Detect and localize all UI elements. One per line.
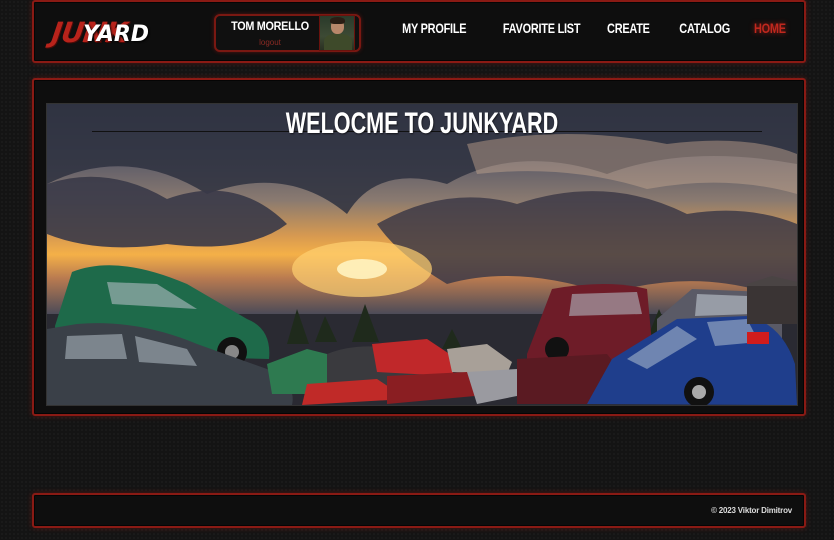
logo-yard-text: YARD	[83, 22, 150, 47]
header: JUNK YARD TOM MORELLO logout MY PROFILE …	[32, 0, 806, 63]
logout-link[interactable]: logout	[224, 38, 316, 47]
avatar[interactable]	[319, 15, 355, 51]
main-content: WELOCME TO JUNKYARD	[32, 78, 806, 416]
copyright-text: © 2023 Viktor Dimitrov	[711, 506, 792, 515]
nav-create[interactable]: CREATE	[607, 20, 650, 36]
junkyard-logo[interactable]: JUNK YARD	[50, 12, 182, 52]
footer: © 2023 Viktor Dimitrov	[32, 493, 806, 528]
user-box: TOM MORELLO logout	[214, 14, 361, 52]
hero-banner: WELOCME TO JUNKYARD	[46, 103, 798, 406]
main-nav: MY PROFILE FAVORITE LIST CREATE CATALOG …	[384, 20, 786, 36]
nav-home[interactable]: HOME	[754, 20, 786, 36]
user-name: TOM MORELLO	[231, 19, 309, 33]
hero-title: WELOCME TO JUNKYARD	[285, 107, 559, 140]
nav-catalog[interactable]: CATALOG	[679, 20, 730, 36]
hero-title-bar: WELOCME TO JUNKYARD	[47, 104, 797, 150]
nav-favorite-list[interactable]: FAVORITE LIST	[503, 20, 581, 36]
nav-my-profile[interactable]: MY PROFILE	[402, 20, 466, 36]
